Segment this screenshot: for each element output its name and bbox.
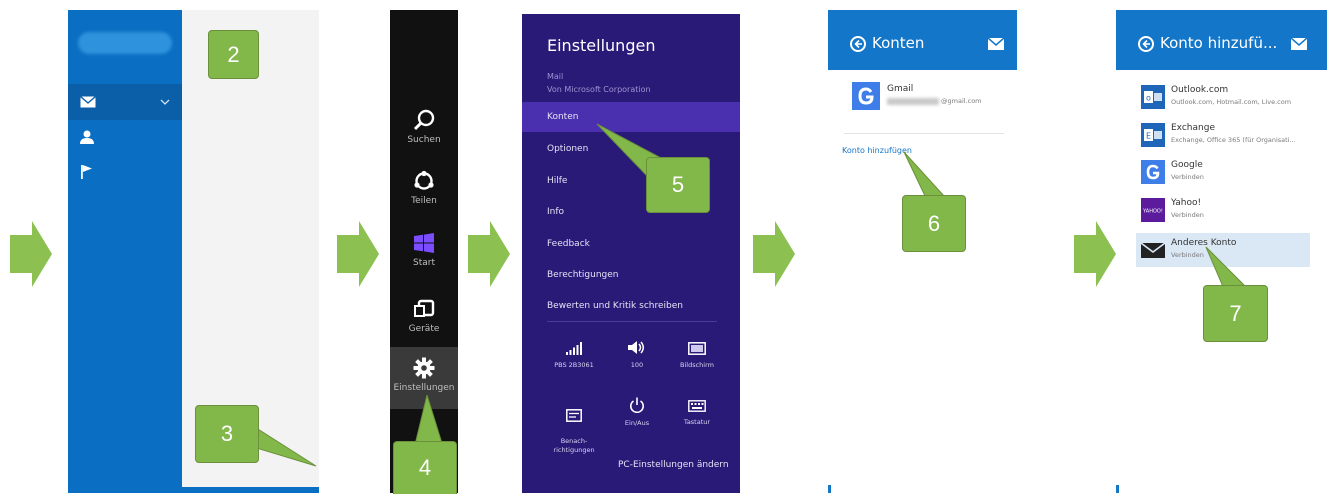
mail-bottom-bar	[68, 487, 319, 493]
keyboard-icon	[688, 400, 706, 412]
settings-flyout: Einstellungen Mail Von Microsoft Corpora…	[522, 14, 740, 493]
step-callout-2: 2	[208, 30, 259, 79]
settings-title: Einstellungen	[547, 36, 656, 55]
provider-exchange[interactable]: E Exchange Exchange, Office 365 (für Org…	[1136, 118, 1310, 152]
chevron-down-icon[interactable]	[160, 99, 170, 105]
mail-sidebar	[68, 10, 182, 493]
step-callout-3: 3	[195, 405, 259, 463]
search-icon	[413, 109, 435, 131]
charm-devices[interactable]: Geräte	[390, 298, 458, 334]
accounts-divider	[844, 133, 1004, 134]
step-arrow	[753, 221, 795, 287]
account-name-blurred	[78, 32, 172, 54]
accounts-title: Konten	[872, 34, 925, 52]
tile-volume[interactable]: 100	[607, 340, 667, 370]
step-callout-7: 7	[1203, 285, 1268, 342]
sidebar-item-mail[interactable]	[68, 84, 182, 120]
provider-yahoo[interactable]: YAHOO! Yahoo! Verbinden	[1136, 193, 1310, 227]
callout-pointer-6	[903, 151, 946, 199]
exchange-logo-icon: E	[1141, 123, 1165, 147]
provider-google[interactable]: Google Verbinden	[1136, 155, 1310, 189]
step-arrow	[337, 221, 379, 287]
mail-icon	[1141, 242, 1165, 258]
devices-icon	[414, 299, 435, 317]
svg-text:o: o	[1146, 94, 1151, 103]
panel-edge-marker	[1116, 485, 1119, 493]
tile-power[interactable]: Ein/Aus	[607, 397, 667, 428]
google-logo-icon	[852, 82, 880, 110]
step-callout-4: 4	[393, 441, 457, 494]
step-callout-5: 5	[646, 157, 710, 213]
provider-outlook[interactable]: o Outlook.com Outlook.com, Hotmail.com, …	[1136, 80, 1310, 114]
add-account-header: Konto hinzufü...	[1116, 10, 1327, 70]
step-callout-6: 6	[902, 195, 966, 252]
panel-edge-marker	[828, 485, 831, 493]
people-icon[interactable]	[80, 130, 94, 144]
pc-settings-link[interactable]: PC-Einstellungen ändern	[618, 460, 729, 470]
account-email: @gmail.com	[887, 97, 982, 105]
network-icon	[566, 342, 582, 355]
charm-search[interactable]: Suchen	[390, 109, 458, 145]
step-arrow	[10, 221, 52, 287]
step-arrow	[468, 221, 510, 287]
app-info: Mail Von Microsoft Corporation	[547, 70, 651, 96]
volume-icon	[628, 341, 644, 354]
back-arrow-icon	[1142, 39, 1150, 49]
google-logo-icon	[1141, 160, 1165, 184]
callout-pointer-3	[250, 423, 317, 467]
flag-icon[interactable]	[81, 165, 93, 179]
account-name: Gmail	[887, 84, 914, 94]
svg-text:YAHOO!: YAHOO!	[1142, 209, 1163, 215]
gear-icon	[413, 357, 435, 379]
settings-item-berechtigungen[interactable]: Berechtigungen	[522, 260, 740, 290]
accounts-header: Konten	[828, 10, 1017, 70]
svg-text:E: E	[1146, 132, 1151, 141]
outlook-logo-icon: o	[1141, 85, 1165, 109]
settings-item-bewerten[interactable]: Bewerten und Kritik schreiben	[522, 291, 740, 321]
charm-share[interactable]: Teilen	[390, 170, 458, 206]
tile-keyboard[interactable]: Tastatur	[667, 400, 727, 427]
settings-item-feedback[interactable]: Feedback	[522, 229, 740, 259]
back-arrow-icon	[854, 39, 862, 49]
screen-icon	[688, 342, 706, 355]
mail-icon	[80, 96, 96, 108]
back-button[interactable]	[850, 36, 866, 52]
share-icon	[414, 170, 434, 190]
step-arrow	[1074, 221, 1116, 287]
mail-icon	[1291, 38, 1307, 50]
notifications-icon	[566, 409, 582, 422]
power-icon	[630, 397, 644, 413]
app-name: Mail	[547, 72, 564, 81]
tile-network[interactable]: PBS 2B3061	[544, 342, 604, 370]
charm-start[interactable]: Start	[390, 232, 458, 268]
add-account-title: Konto hinzufü...	[1160, 34, 1278, 52]
tile-screen[interactable]: Bildschirm	[667, 342, 727, 370]
settings-divider	[547, 321, 717, 322]
mail-icon	[988, 38, 1004, 50]
windows-icon	[414, 233, 434, 253]
tile-notifications[interactable]: Benach- richtigungen	[544, 400, 604, 455]
app-publisher: Von Microsoft Corporation	[547, 85, 651, 94]
back-button[interactable]	[1138, 36, 1154, 52]
yahoo-logo-icon: YAHOO!	[1141, 198, 1165, 222]
